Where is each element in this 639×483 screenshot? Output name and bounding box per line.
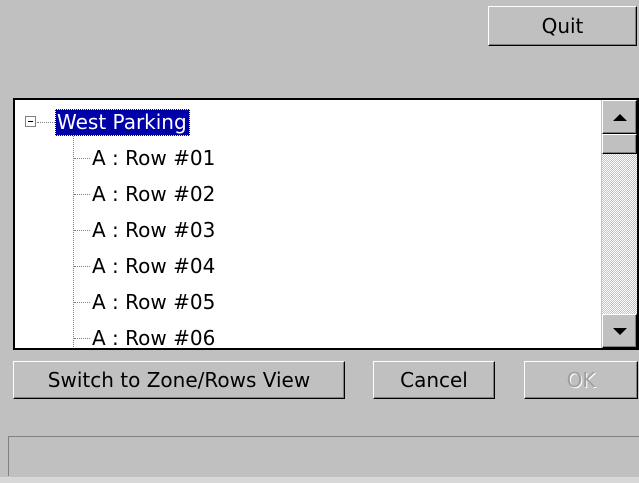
- tree-item-label: A : Row #01: [92, 146, 216, 170]
- tree-root-row[interactable]: West Parking: [15, 104, 595, 140]
- vertical-scrollbar[interactable]: [601, 100, 637, 348]
- tree-item-label: A : Row #04: [92, 254, 216, 278]
- tree-guide-line: [73, 129, 74, 348]
- ok-button[interactable]: OK: [524, 361, 638, 399]
- tree-item-label: A : Row #03: [92, 218, 216, 242]
- down-arrow-icon: [612, 327, 627, 335]
- status-bar: [8, 436, 639, 476]
- cancel-button[interactable]: Cancel: [373, 361, 495, 399]
- tree-view[interactable]: West Parking A : Row #01 A : Row #02 A :…: [13, 98, 639, 350]
- up-arrow-icon: [612, 113, 627, 121]
- tree-root-label[interactable]: West Parking: [55, 108, 190, 136]
- quit-button[interactable]: Quit: [488, 6, 637, 46]
- scroll-thumb[interactable]: [602, 134, 637, 154]
- scroll-up-button[interactable]: [602, 100, 637, 134]
- scroll-down-button[interactable]: [602, 314, 637, 348]
- switch-view-button[interactable]: Switch to Zone/Rows View: [13, 361, 345, 399]
- tree-item-label: A : Row #02: [92, 182, 216, 206]
- collapse-icon[interactable]: [25, 116, 36, 127]
- tree-item-label: A : Row #05: [92, 290, 216, 314]
- tree-item-label: A : Row #06: [92, 326, 216, 350]
